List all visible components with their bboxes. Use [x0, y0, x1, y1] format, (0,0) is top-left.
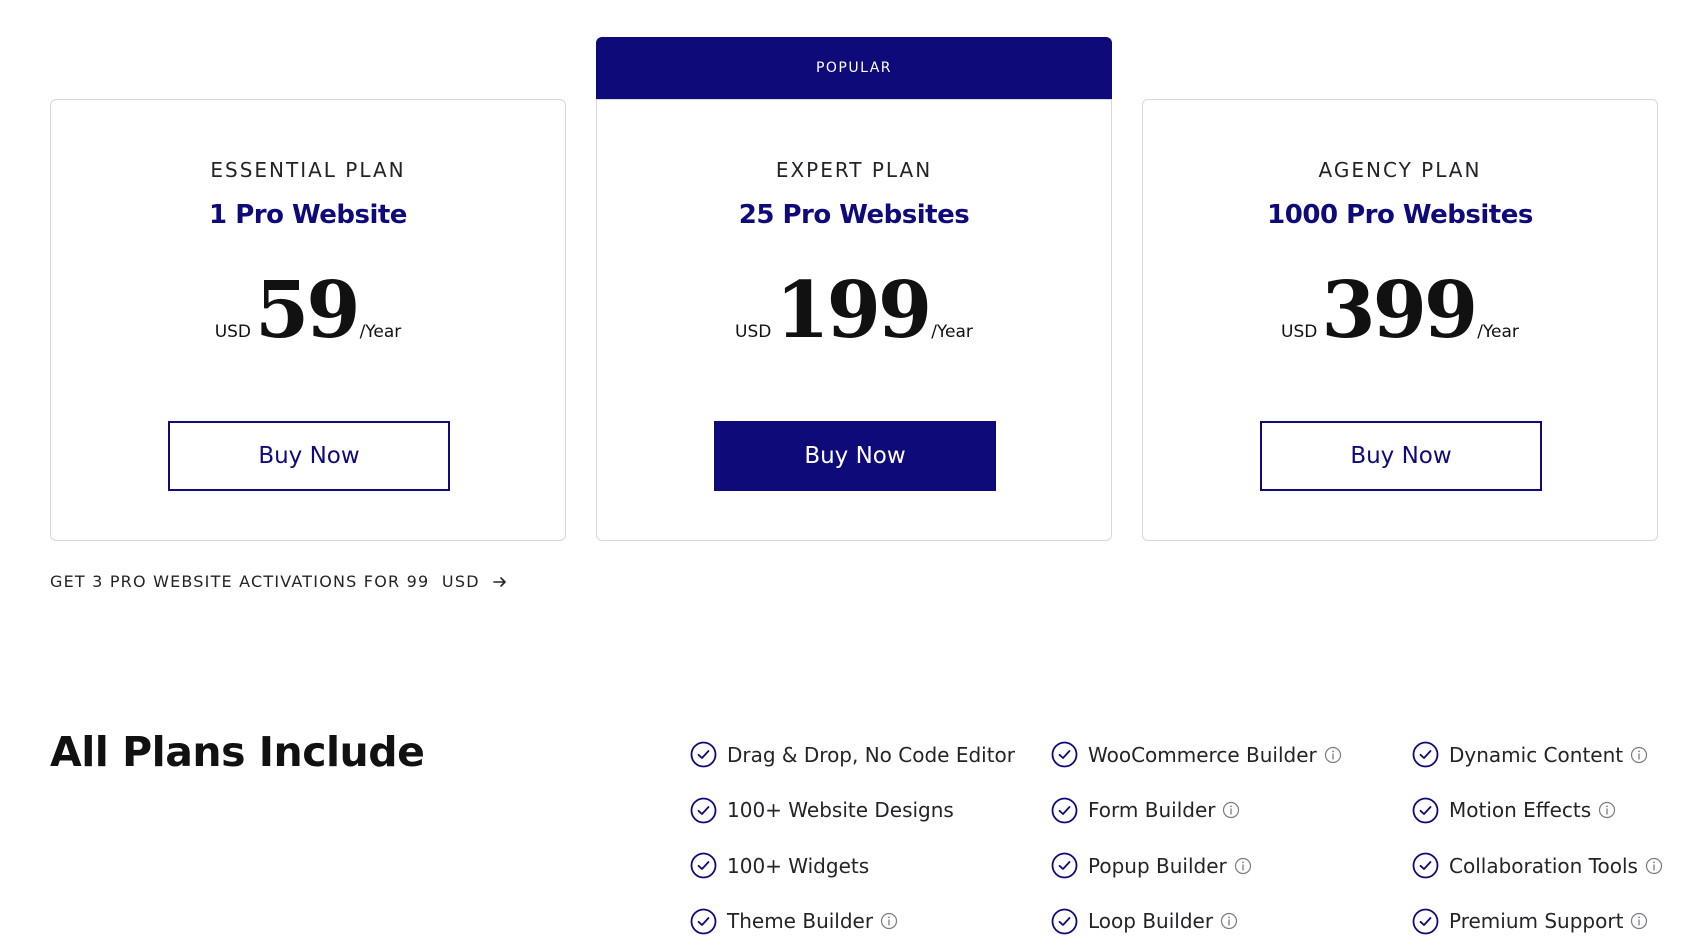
plan-card-agency: AGENCY PLAN 1000 Pro Websites USD 399 /Y… — [1142, 99, 1658, 541]
plan-website-count: 1 Pro Website — [51, 200, 565, 230]
check-circle-icon — [1051, 741, 1078, 768]
price-period: /Year — [1477, 322, 1519, 342]
feature-item: Theme Builder — [690, 894, 1030, 949]
check-circle-icon — [1412, 797, 1439, 824]
check-circle-icon — [1412, 741, 1439, 768]
info-icon[interactable] — [880, 912, 898, 930]
price-period: /Year — [360, 322, 402, 342]
feature-label: Form Builder — [1088, 798, 1215, 822]
info-icon[interactable] — [1234, 857, 1252, 875]
feature-item: Collaboration Tools — [1412, 838, 1687, 894]
price-amount: 59 — [255, 272, 358, 350]
activation-offer-link[interactable]: GET 3 PRO WEBSITE ACTIVATIONS FOR 99 USD — [50, 572, 508, 591]
feature-item: Form Builder — [1051, 783, 1391, 839]
buy-now-button-essential[interactable]: Buy Now — [168, 421, 450, 491]
price-amount: 399 — [1321, 272, 1475, 350]
feature-item: 100+ Website Designs — [690, 783, 1030, 839]
plan-website-count: 25 Pro Websites — [597, 200, 1111, 230]
check-circle-icon — [1051, 852, 1078, 879]
buy-now-button-expert[interactable]: Buy Now — [714, 421, 996, 491]
price-period: /Year — [931, 322, 973, 342]
feature-label: Premium Support — [1449, 909, 1623, 933]
check-circle-icon — [690, 852, 717, 879]
info-icon[interactable] — [1630, 746, 1648, 764]
check-circle-icon — [690, 741, 717, 768]
feature-label: Collaboration Tools — [1449, 854, 1638, 878]
check-circle-icon — [690, 908, 717, 935]
info-icon[interactable] — [1645, 857, 1663, 875]
info-icon[interactable] — [1324, 746, 1342, 764]
activation-offer-label: GET 3 PRO WEBSITE ACTIVATIONS FOR 99 USD — [50, 572, 480, 591]
info-icon[interactable] — [1220, 912, 1238, 930]
check-circle-icon — [1051, 797, 1078, 824]
feature-item: 100+ Widgets — [690, 838, 1030, 894]
feature-item: Popup Builder — [1051, 838, 1391, 894]
features-list: Drag & Drop, No Code Editor 100+ Website … — [690, 727, 1670, 927]
plan-name: ESSENTIAL PLAN — [51, 158, 565, 182]
plan-website-count: 1000 Pro Websites — [1143, 200, 1657, 230]
plan-price: USD 59 /Year — [51, 272, 565, 350]
feature-label: Dynamic Content — [1449, 743, 1623, 767]
feature-label: Popup Builder — [1088, 854, 1227, 878]
price-amount: 199 — [775, 272, 929, 350]
feature-column: Dynamic Content Motion Effects Collaborati… — [1412, 727, 1687, 949]
popular-badge: POPULAR — [596, 37, 1112, 99]
check-circle-icon — [1412, 908, 1439, 935]
feature-label: Loop Builder — [1088, 909, 1213, 933]
plan-card-essential: ESSENTIAL PLAN 1 Pro Website USD 59 /Yea… — [50, 99, 566, 541]
feature-item: Motion Effects — [1412, 783, 1687, 839]
pricing-plans: POPULAR ESSENTIAL PLAN 1 Pro Website USD… — [50, 37, 1655, 543]
feature-label: Drag & Drop, No Code Editor — [727, 743, 1015, 767]
feature-item: Premium Support — [1412, 894, 1687, 949]
feature-item: Loop Builder — [1051, 894, 1391, 949]
feature-column: WooCommerce Builder Form Builder Popup Bui… — [1051, 727, 1391, 949]
feature-item: Dynamic Content — [1412, 727, 1687, 783]
feature-label: 100+ Website Designs — [727, 798, 954, 822]
info-icon[interactable] — [1598, 801, 1616, 819]
feature-item: Drag & Drop, No Code Editor — [690, 727, 1030, 783]
feature-column: Drag & Drop, No Code Editor 100+ Website … — [690, 727, 1030, 949]
info-icon[interactable] — [1222, 801, 1240, 819]
arrow-right-icon — [492, 574, 508, 590]
check-circle-icon — [690, 797, 717, 824]
feature-label: 100+ Widgets — [727, 854, 869, 878]
plan-name: EXPERT PLAN — [597, 158, 1111, 182]
feature-label: WooCommerce Builder — [1088, 743, 1317, 767]
buy-now-button-agency[interactable]: Buy Now — [1260, 421, 1542, 491]
price-currency: USD — [1281, 322, 1317, 342]
plan-price: USD 399 /Year — [1143, 272, 1657, 350]
check-circle-icon — [1412, 852, 1439, 879]
all-plans-include-heading: All Plans Include — [50, 728, 424, 776]
plan-card-expert: EXPERT PLAN 25 Pro Websites USD 199 /Yea… — [596, 99, 1112, 541]
feature-label: Theme Builder — [727, 909, 873, 933]
plan-price: USD 199 /Year — [597, 272, 1111, 350]
info-icon[interactable] — [1630, 912, 1648, 930]
check-circle-icon — [1051, 908, 1078, 935]
price-currency: USD — [735, 322, 771, 342]
feature-item: WooCommerce Builder — [1051, 727, 1391, 783]
price-currency: USD — [215, 322, 251, 342]
plan-name: AGENCY PLAN — [1143, 158, 1657, 182]
feature-label: Motion Effects — [1449, 798, 1591, 822]
